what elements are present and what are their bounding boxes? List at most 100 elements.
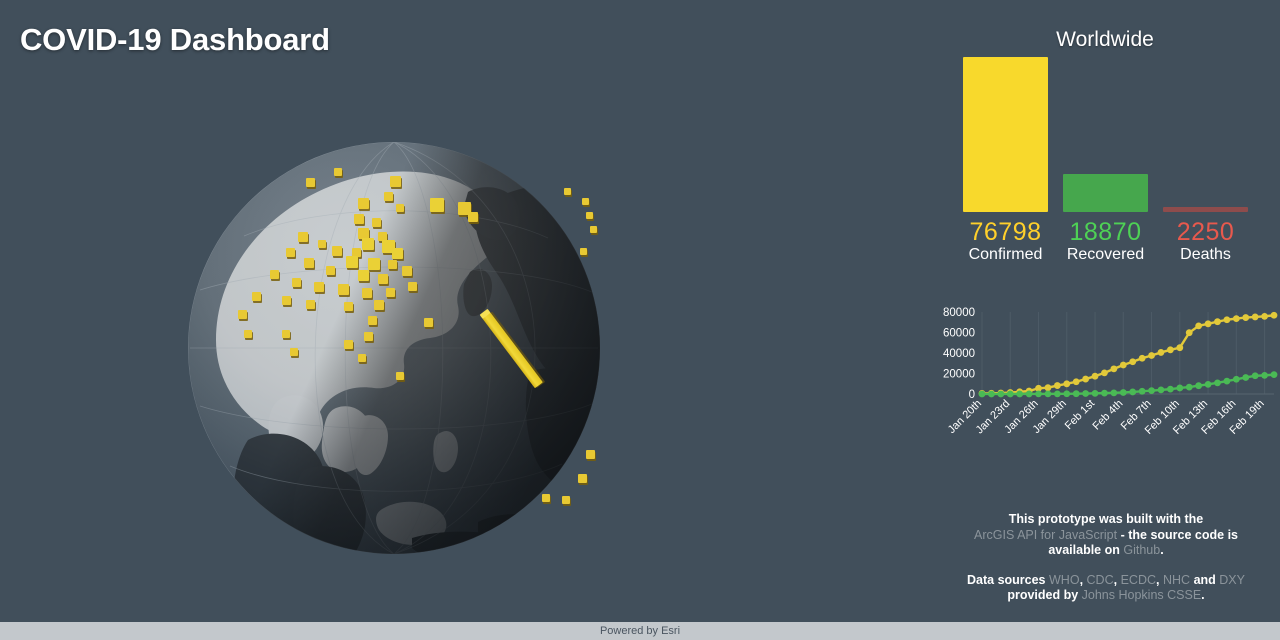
- link-ecdc[interactable]: ECDC: [1121, 573, 1156, 587]
- chart-point[interactable]: [1082, 390, 1090, 397]
- case-marker[interactable]: [306, 178, 315, 187]
- chart-point[interactable]: [1016, 390, 1024, 398]
- case-marker[interactable]: [372, 218, 381, 227]
- case-marker[interactable]: [286, 248, 295, 257]
- case-marker[interactable]: [590, 226, 597, 233]
- chart-point[interactable]: [1232, 315, 1240, 323]
- chart-point[interactable]: [1157, 386, 1165, 394]
- chart-point[interactable]: [997, 390, 1005, 398]
- link-arcgis-api[interactable]: ArcGIS API for JavaScript: [974, 528, 1117, 542]
- chart-point[interactable]: [1053, 382, 1061, 389]
- case-marker[interactable]: [578, 474, 587, 483]
- case-marker[interactable]: [282, 296, 291, 305]
- case-marker[interactable]: [358, 354, 366, 362]
- chart-point[interactable]: [1195, 322, 1203, 330]
- case-marker[interactable]: [396, 204, 404, 212]
- case-marker[interactable]: [334, 168, 342, 176]
- case-marker[interactable]: [388, 260, 397, 269]
- link-johns-hopkins-csse[interactable]: Johns Hopkins CSSE: [1082, 588, 1202, 602]
- chart-point[interactable]: [1101, 369, 1108, 377]
- case-marker[interactable]: [396, 372, 404, 380]
- link-github[interactable]: Github: [1123, 543, 1160, 557]
- case-marker[interactable]: [338, 284, 349, 295]
- link-nhc[interactable]: NHC: [1163, 573, 1190, 587]
- link-dxy[interactable]: DXY: [1219, 573, 1245, 587]
- case-marker[interactable]: [270, 270, 279, 279]
- chart-point[interactable]: [1166, 385, 1174, 393]
- chart-point[interactable]: [1072, 390, 1080, 398]
- globe-map-view[interactable]: [0, 0, 930, 622]
- chart-point[interactable]: [1261, 312, 1268, 320]
- chart-point[interactable]: [1044, 384, 1052, 392]
- case-marker[interactable]: [390, 176, 401, 187]
- chart-point[interactable]: [1261, 371, 1268, 379]
- chart-point[interactable]: [1082, 375, 1090, 383]
- chart-point[interactable]: [1148, 387, 1155, 395]
- chart-point[interactable]: [1242, 374, 1250, 381]
- case-marker[interactable]: [368, 258, 380, 270]
- stat-confirmed[interactable]: 76798 Confirmed: [963, 52, 1048, 264]
- case-marker[interactable]: [586, 212, 593, 219]
- case-marker[interactable]: [326, 266, 335, 275]
- chart-point[interactable]: [978, 390, 986, 398]
- chart-point[interactable]: [1270, 311, 1278, 319]
- case-marker[interactable]: [238, 310, 247, 319]
- chart-point[interactable]: [1148, 352, 1155, 359]
- chart-point[interactable]: [1006, 390, 1014, 398]
- chart-point[interactable]: [1129, 388, 1137, 396]
- case-marker[interactable]: [244, 330, 252, 338]
- chart-point[interactable]: [1166, 346, 1174, 354]
- case-marker[interactable]: [542, 494, 550, 502]
- chart-point[interactable]: [1204, 380, 1212, 388]
- chart-point[interactable]: [1185, 383, 1193, 391]
- chart-point[interactable]: [1119, 389, 1127, 396]
- case-marker[interactable]: [290, 348, 298, 356]
- case-marker[interactable]: [346, 256, 358, 268]
- case-marker[interactable]: [424, 318, 433, 327]
- case-marker[interactable]: [304, 258, 314, 268]
- case-marker[interactable]: [384, 192, 393, 201]
- case-marker[interactable]: [402, 266, 412, 276]
- chart-point[interactable]: [1232, 375, 1240, 383]
- case-marker[interactable]: [468, 212, 478, 222]
- case-marker[interactable]: [318, 240, 326, 248]
- chart-point[interactable]: [1091, 389, 1099, 397]
- chart-point[interactable]: [988, 390, 995, 398]
- stat-recovered[interactable]: 18870 Recovered: [1063, 52, 1148, 264]
- case-marker[interactable]: [564, 188, 571, 195]
- chart-point[interactable]: [1101, 389, 1108, 397]
- case-marker[interactable]: [580, 248, 587, 255]
- case-marker[interactable]: [364, 332, 373, 341]
- chart-point[interactable]: [1110, 389, 1118, 397]
- case-marker[interactable]: [292, 278, 301, 287]
- chart-point[interactable]: [1195, 382, 1203, 390]
- chart-point[interactable]: [1072, 378, 1080, 386]
- chart-point[interactable]: [1270, 371, 1278, 379]
- chart-point[interactable]: [1129, 358, 1137, 366]
- case-marker[interactable]: [282, 330, 290, 338]
- chart-point[interactable]: [1063, 380, 1071, 388]
- chart-point[interactable]: [1110, 365, 1118, 373]
- chart-point[interactable]: [1214, 379, 1221, 387]
- case-marker[interactable]: [586, 450, 595, 459]
- case-marker[interactable]: [374, 300, 384, 310]
- case-marker[interactable]: [358, 198, 369, 209]
- chart-point[interactable]: [1251, 372, 1259, 380]
- case-marker[interactable]: [408, 282, 417, 291]
- link-cdc[interactable]: CDC: [1087, 573, 1114, 587]
- chart-point[interactable]: [1091, 372, 1099, 380]
- chart-point[interactable]: [1035, 390, 1042, 398]
- chart-point[interactable]: [1223, 316, 1231, 324]
- chart-point[interactable]: [1251, 313, 1259, 321]
- chart-point[interactable]: [1053, 390, 1061, 398]
- case-marker[interactable]: [344, 340, 353, 349]
- timeseries-chart[interactable]: 0 20000 40000 60000 80000 Jan 20th Jan 23rd Jan…: [930, 300, 1280, 475]
- chart-point[interactable]: [1176, 384, 1184, 392]
- case-marker[interactable]: [582, 198, 589, 205]
- case-marker[interactable]: [314, 282, 324, 292]
- chart-point[interactable]: [1119, 361, 1127, 369]
- chart-point[interactable]: [1214, 318, 1221, 326]
- chart-point[interactable]: [1044, 390, 1052, 398]
- case-marker[interactable]: [430, 198, 444, 212]
- case-marker[interactable]: [306, 300, 315, 309]
